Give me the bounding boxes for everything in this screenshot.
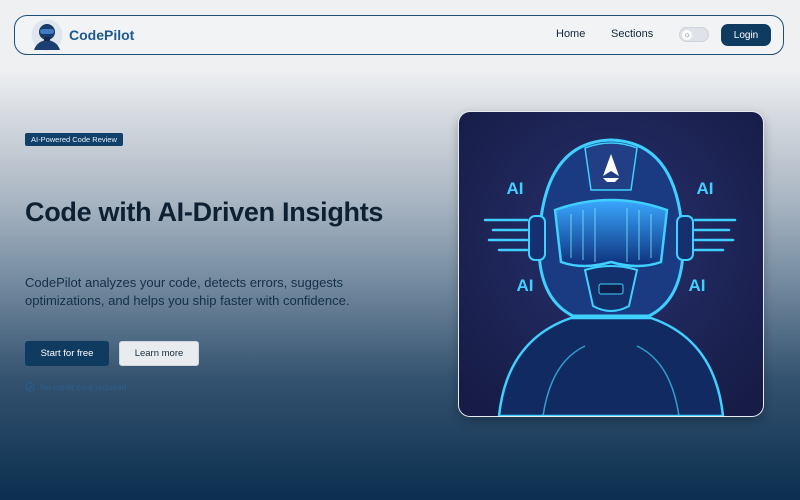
check-circle-icon [25,382,35,392]
ai-label-top-left: AI [507,179,524,198]
no-credit-card-note: No credit card required [25,382,126,392]
ai-label-top-right: AI [697,179,714,198]
hero-illustration: AI AI AI AI [458,111,764,417]
learn-more-button[interactable]: Learn more [119,341,199,366]
ai-label-bottom-left: AI [517,276,534,295]
sun-icon: ☼ [682,29,692,40]
login-button[interactable]: Login [721,24,771,46]
brand[interactable]: CodePilot [31,19,134,51]
ai-label-bottom-right: AI [689,276,706,295]
nav-link-sections[interactable]: Sections [611,28,653,40]
ai-pilot-illustration: AI AI AI AI [459,112,763,416]
start-free-button[interactable]: Start for free [25,341,109,366]
pilot-logo-icon [31,19,63,51]
note-text: No credit card required [40,382,127,392]
theme-toggle[interactable]: ☼ [679,27,709,42]
brand-name: CodePilot [69,27,135,43]
hero-badge: AI-Powered Code Review [25,133,123,146]
hero-description: CodePilot analyzes your code, detects er… [25,275,350,308]
nav-link-home[interactable]: Home [556,28,585,40]
navbar: CodePilot Home Sections ☼ Login [14,15,784,55]
hero-title: Code with AI-Driven Insights [25,197,384,227]
